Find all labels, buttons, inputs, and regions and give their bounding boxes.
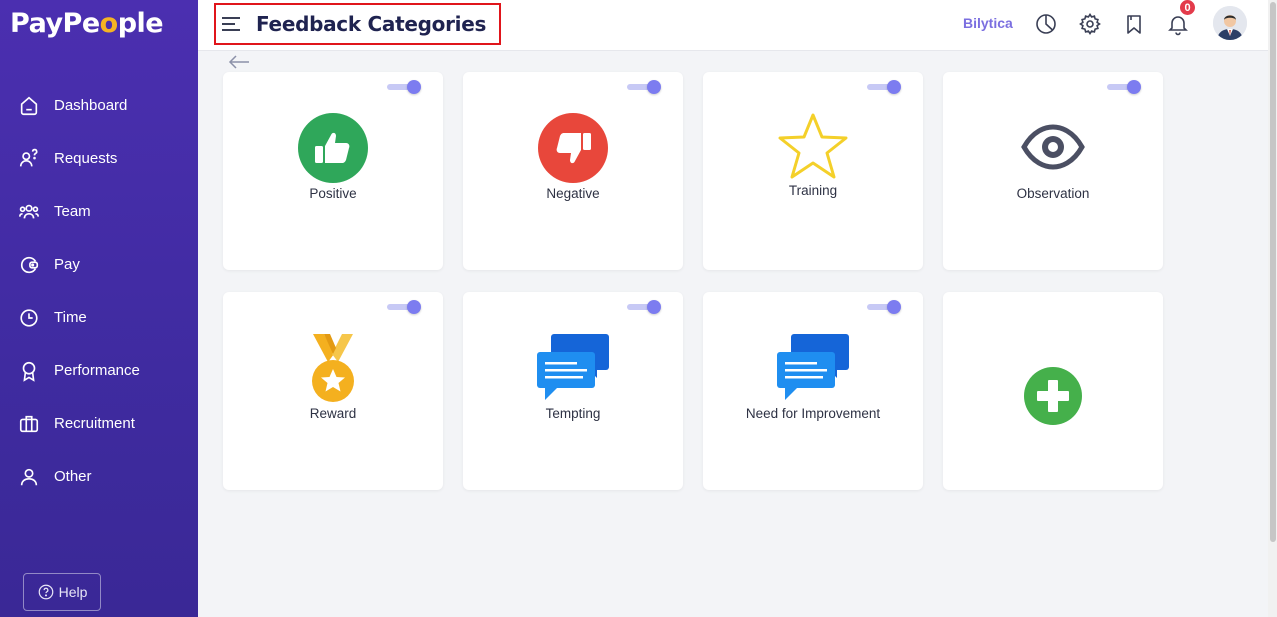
help-button[interactable]: Help [23,573,101,611]
sidebar-item-pay[interactable]: Pay [0,238,198,291]
sidebar-item-other[interactable]: Other [0,450,198,503]
gear-icon[interactable] [1078,12,1102,36]
category-card-need-for-improvement[interactable]: Need for Improvement [703,292,923,490]
category-label: Tempting [545,406,601,421]
wallet-icon [20,256,39,273]
help-icon [38,584,53,600]
requests-icon [19,148,38,166]
hamburger-menu-icon[interactable] [222,17,240,31]
user-icon [20,468,38,485]
category-label: Observation [1016,186,1090,201]
team-icon [19,204,39,218]
scrollbar-thumb[interactable] [1270,2,1276,542]
chat-bubbles-icon [777,334,849,400]
sidebar-item-label: Team [54,203,91,220]
category-toggle[interactable] [387,300,421,314]
sidebar-item-label: Requests [54,150,118,167]
sidebar-item-time[interactable]: Time [0,291,198,344]
chat-bubbles-icon [537,334,609,400]
category-label: Positive [309,186,357,201]
page-title-box: Feedback Categories [214,3,501,45]
add-category-card[interactable] [943,292,1163,490]
category-toggle[interactable] [867,300,901,314]
sidebar: PayPeople Dashboard Requests Team Pay Ti… [0,0,198,617]
category-toggle[interactable] [1107,80,1141,94]
category-card-negative[interactable]: Negative [463,72,683,270]
category-card-training[interactable]: Training [703,72,923,270]
thumbs-up-icon [298,113,368,183]
eye-icon [1021,124,1085,170]
back-arrow-icon[interactable] [228,54,250,70]
category-card-positive[interactable]: Positive [223,72,443,270]
avatar[interactable] [1213,6,1247,40]
sidebar-item-label: Performance [54,362,140,379]
paypeople-logo[interactable]: PayPeople [10,8,164,39]
sidebar-item-label: Dashboard [54,97,128,114]
sidebar-item-label: Pay [54,256,80,273]
page-title: Feedback Categories [256,12,487,36]
company-name[interactable]: Bilytica [963,15,1013,31]
bookmark-icon[interactable] [1122,12,1146,36]
user-avatar-image [1213,6,1247,40]
clock-icon [20,308,38,327]
category-toggle[interactable] [627,80,661,94]
category-card-tempting[interactable]: Tempting [463,292,683,490]
sidebar-item-label: Other [54,468,92,485]
category-card-observation[interactable]: Observation [943,72,1163,270]
category-card-reward[interactable]: Reward [223,292,443,490]
sidebar-item-team[interactable]: Team [0,185,198,238]
award-icon [22,361,36,382]
star-icon [778,113,848,179]
sidebar-item-label: Recruitment [54,415,135,432]
category-label: Reward [309,406,357,421]
plus-icon[interactable] [1023,366,1083,426]
category-label: Need for Improvement [745,406,881,421]
category-label: Training [788,183,838,198]
medal-icon [312,334,354,402]
sidebar-nav: Dashboard Requests Team Pay Time Perform… [0,79,198,503]
sidebar-item-performance[interactable]: Performance [0,344,198,397]
top-header: Feedback Categories Bilytica 0 [198,0,1268,51]
category-label: Negative [546,186,600,201]
category-toggle[interactable] [867,80,901,94]
category-toggle[interactable] [627,300,661,314]
thumbs-down-icon [538,113,608,183]
category-toggle[interactable] [387,80,421,94]
pie-chart-icon[interactable] [1034,12,1058,36]
sidebar-item-label: Time [54,309,87,326]
sidebar-item-dashboard[interactable]: Dashboard [0,79,198,132]
briefcase-icon [19,415,39,432]
help-label: Help [58,584,88,600]
home-icon [20,96,38,115]
sidebar-item-requests[interactable]: Requests [0,132,198,185]
sidebar-item-recruitment[interactable]: Recruitment [0,397,198,450]
notification-badge: 0 [1178,0,1197,17]
